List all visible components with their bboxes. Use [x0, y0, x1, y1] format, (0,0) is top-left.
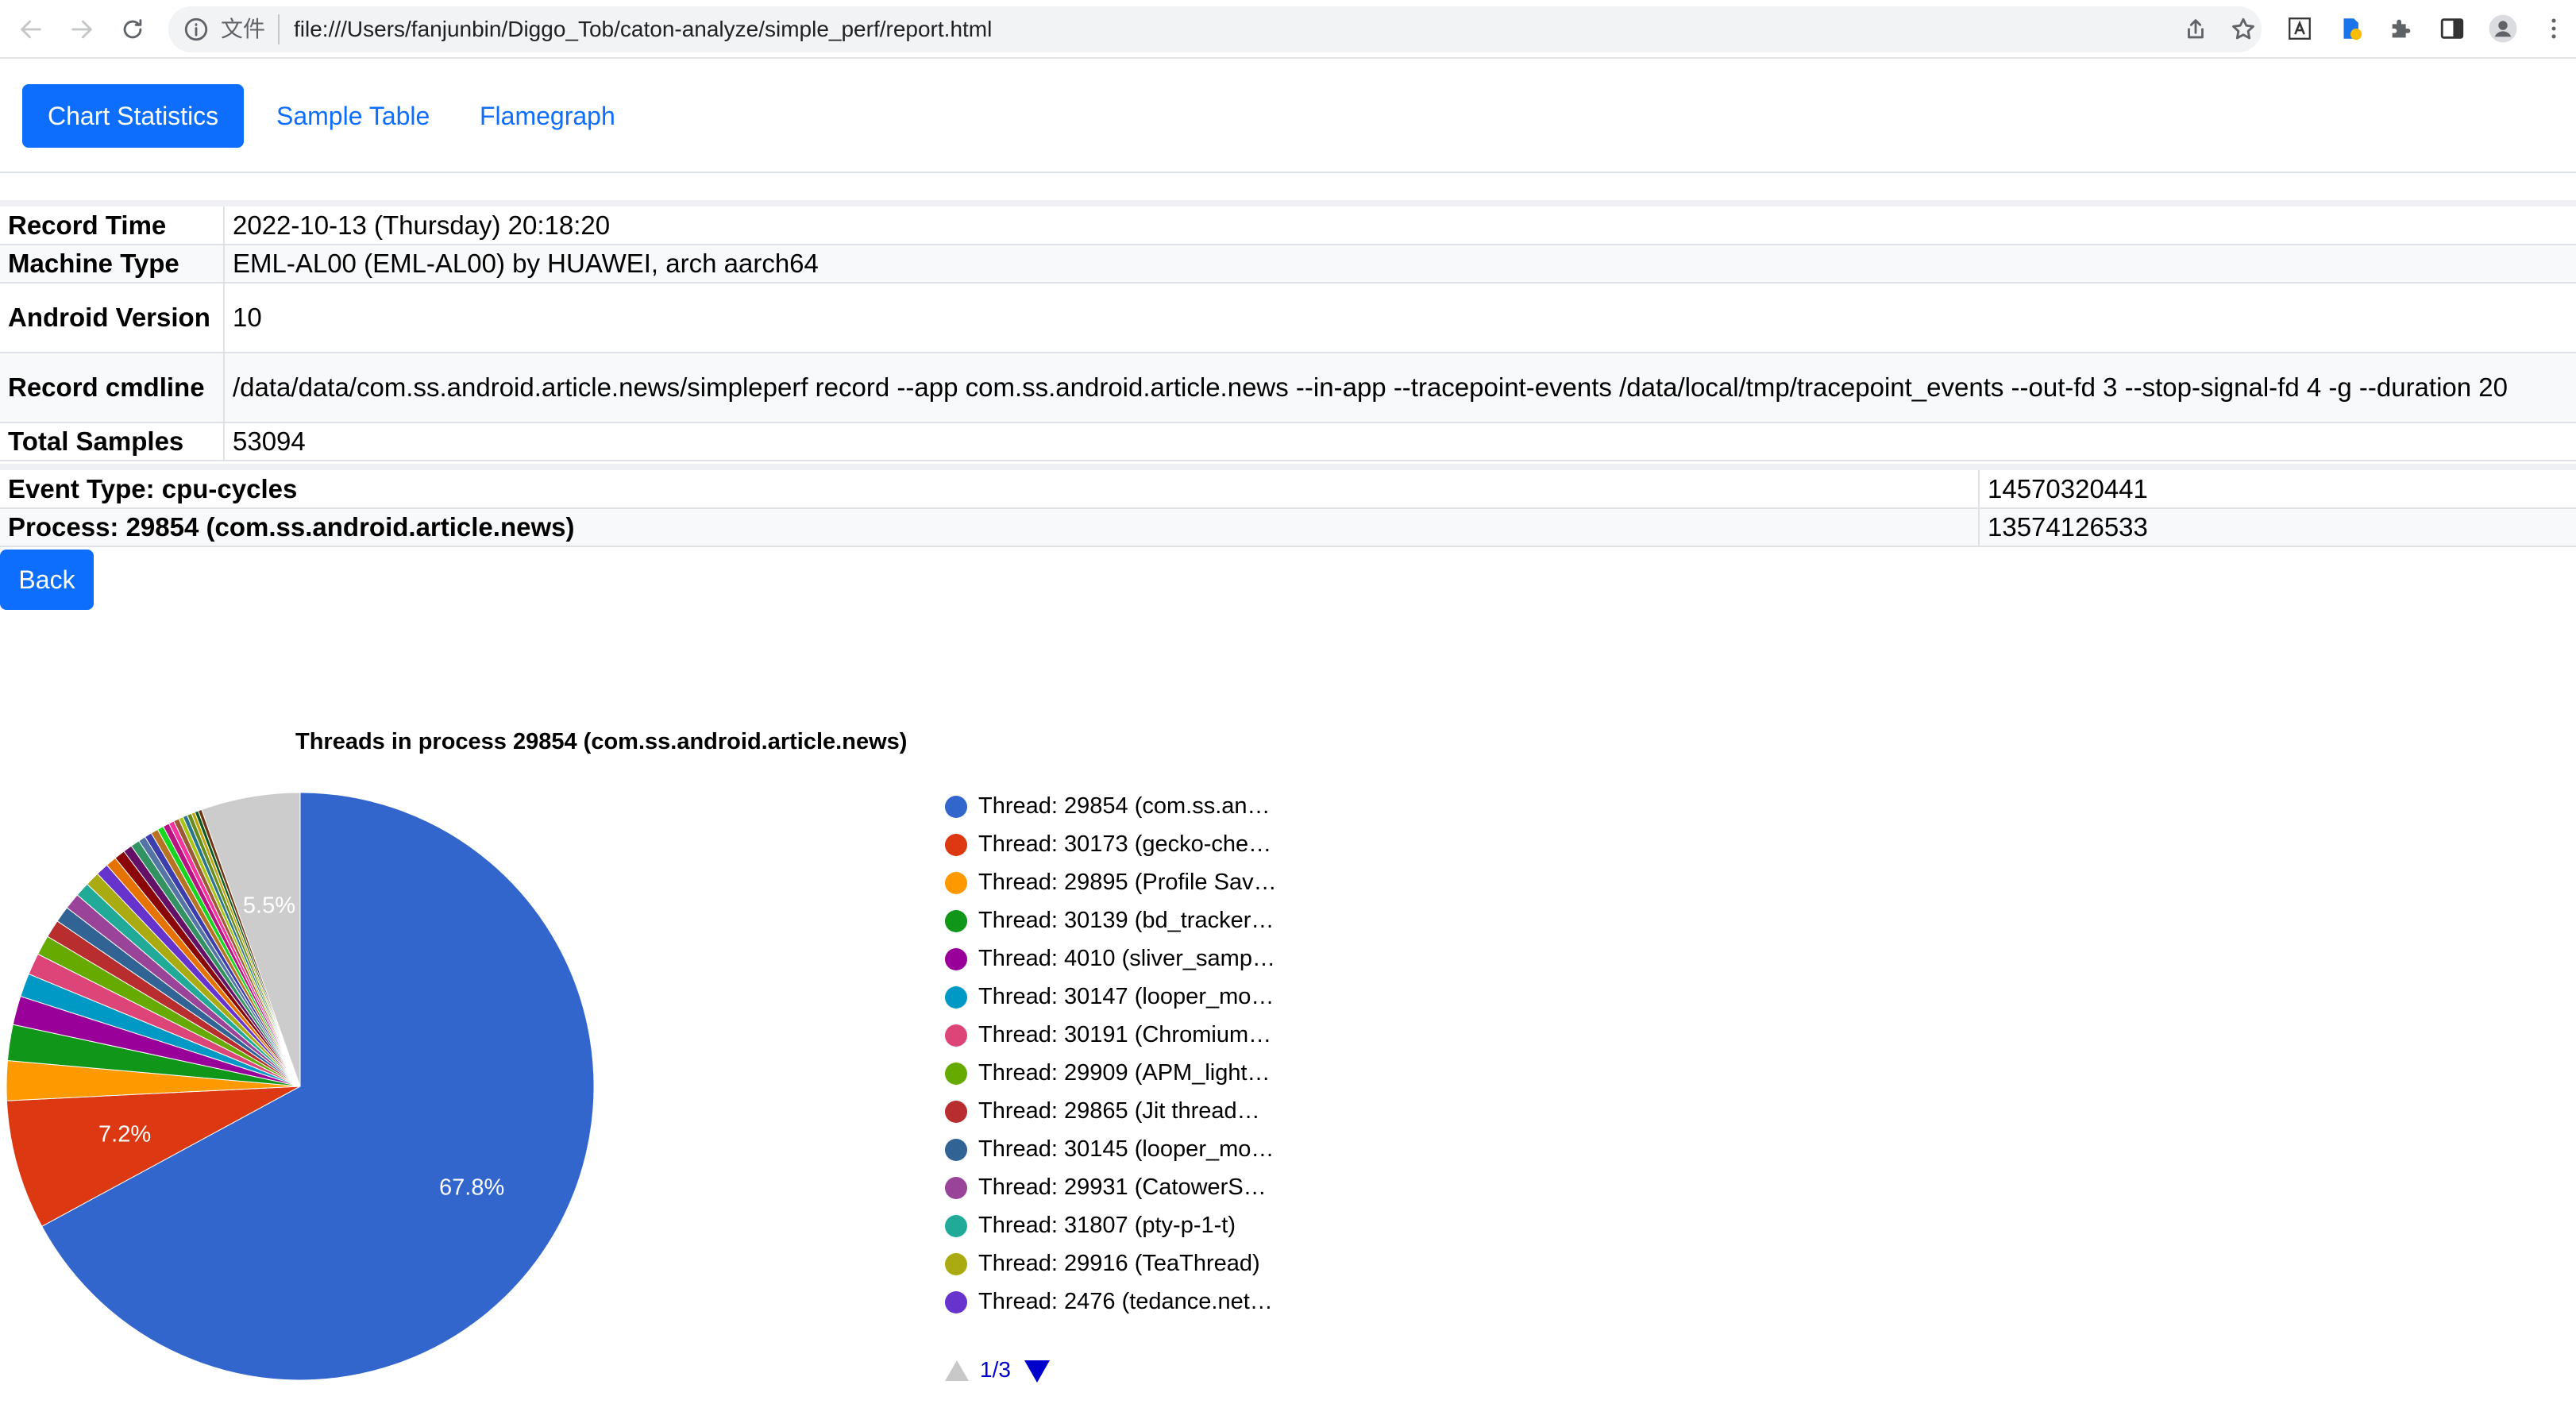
pager-prev-icon[interactable] [945, 1360, 969, 1381]
legend-label: Thread: 30147 (looper_mo… [978, 984, 1275, 1009]
machine-type-value: EML-AL00 (EML-AL00) by HUAWEI, arch aarc… [224, 245, 2576, 284]
url-text[interactable]: file:///Users/fanjunbin/Diggo_Tob/caton-… [294, 16, 992, 43]
address-bar[interactable]: 文件 file:///Users/fanjunbin/Diggo_Tob/cat… [168, 6, 2262, 52]
legend-swatch [945, 948, 967, 970]
event-type-value: 14570320441 [1979, 470, 2576, 509]
legend-label: Thread: 29931 (CatowerS… [978, 1174, 1267, 1200]
share-icon[interactable] [2182, 16, 2209, 43]
android-version-value: 10 [224, 283, 2576, 353]
back-button[interactable]: Back [0, 550, 94, 610]
legend-label: Thread: 29909 (APM_light… [978, 1060, 1271, 1086]
table-row: Event Type: cpu-cycles 14570320441 [0, 470, 2576, 509]
legend-label: Thread: 30191 (Chromium… [978, 1022, 1272, 1047]
legend-label: Thread: 30145 (looper_mo… [978, 1136, 1275, 1162]
legend-swatch [945, 986, 967, 1009]
table-row: Record cmdline /data/data/com.ss.android… [0, 353, 2576, 423]
legend-swatch [945, 1291, 967, 1313]
table-row: Machine Type EML-AL00 (EML-AL00) by HUAW… [0, 245, 2576, 284]
scheme-label: 文件 [221, 17, 266, 41]
legend-label: Thread: 29895 (Profile Sav… [978, 870, 1277, 895]
pager-text: 1/3 [980, 1357, 1011, 1382]
legend-label: Thread: 30173 (gecko-che… [978, 831, 1272, 857]
tab-chart-statistics[interactable]: Chart Statistics [22, 84, 245, 148]
info-icon[interactable] [183, 16, 210, 43]
pie-chart[interactable]: 67.8% 7.2% 5.5% [6, 791, 600, 1382]
legend-swatch [945, 1253, 967, 1275]
record-time-value: 2022-10-13 (Thursday) 20:18:20 [224, 206, 2576, 245]
tabs-divider [0, 172, 2576, 173]
legend-swatch [945, 1215, 967, 1237]
browser-toolbar: 文件 file:///Users/fanjunbin/Diggo_Tob/cat… [0, 0, 2576, 59]
legend-swatch [945, 1177, 967, 1199]
pager-next-icon[interactable] [1024, 1360, 1050, 1383]
table-row: Process: 29854 (com.ss.android.article.n… [0, 508, 2576, 547]
event-info-table: Event Type: cpu-cycles 14570320441 Proce… [0, 470, 2576, 547]
process-value: 13574126533 [1979, 508, 2576, 547]
side-panel-icon[interactable] [2436, 13, 2468, 44]
legend-label: Thread: 30139 (bd_tracker… [978, 908, 1275, 933]
legend-swatch [945, 796, 967, 818]
legend-label: Thread: 4010 (sliver_samp… [978, 946, 1275, 971]
android-version-label: Android Version [0, 283, 225, 353]
process-label: Process: 29854 (com.ss.android.article.n… [0, 508, 1980, 547]
slice-label: 67.8% [439, 1174, 504, 1200]
slice-label: 5.5% [243, 893, 295, 919]
legend-swatch [945, 1063, 967, 1085]
tab-flamegraph[interactable]: Flamegraph [454, 84, 641, 148]
legend-swatch [945, 1101, 967, 1123]
legend-swatch [945, 834, 967, 856]
chart-title: Threads in process 29854 (com.ss.android… [295, 729, 908, 754]
tab-sample-table[interactable]: Sample Table [251, 84, 455, 148]
legend-swatch [945, 1024, 967, 1047]
machine-type-label: Machine Type [0, 245, 225, 284]
browser-menu-icon[interactable] [2538, 13, 2570, 44]
legend-swatch [945, 910, 967, 932]
total-samples-label: Total Samples [0, 422, 225, 461]
record-cmdline-label: Record cmdline [0, 353, 225, 423]
table-top-border [0, 464, 2576, 470]
slice-label: 7.2% [98, 1121, 151, 1147]
forward-arrow-icon[interactable] [64, 11, 100, 48]
table-row: Total Samples 53094 [0, 422, 2576, 461]
legend-label: Thread: 2476 (tedance.net… [978, 1289, 1273, 1314]
table-top-border [0, 200, 2576, 206]
translate-extension-icon[interactable] [2284, 13, 2316, 44]
record-time-label: Record Time [0, 206, 225, 245]
event-type-label: Event Type: cpu-cycles [0, 470, 1980, 509]
table-row: Record Time 2022-10-13 (Thursday) 20:18:… [0, 206, 2576, 245]
reload-icon[interactable] [114, 11, 151, 48]
legend-swatch [945, 872, 967, 894]
total-samples-value: 53094 [224, 422, 2576, 461]
legend-swatch [945, 1139, 967, 1161]
record-info-table: Record Time 2022-10-13 (Thursday) 20:18:… [0, 206, 2576, 461]
profile-avatar-icon[interactable] [2487, 13, 2519, 44]
legend-label: Thread: 31807 (pty-p-1-t) [978, 1213, 1236, 1238]
extensions-puzzle-icon[interactable] [2385, 13, 2417, 44]
bookmark-star-icon[interactable] [2230, 16, 2257, 43]
legend-label: Thread: 29916 (TeaThread) [978, 1251, 1260, 1276]
legend-label: Thread: 29865 (Jit thread… [978, 1098, 1260, 1124]
document-extension-icon[interactable] [2335, 13, 2366, 44]
back-arrow-icon[interactable] [13, 11, 49, 48]
legend-label: Thread: 29854 (com.ss.an… [978, 793, 1271, 819]
record-cmdline-value: /data/data/com.ss.android.article.news/s… [224, 353, 2576, 423]
address-separator [278, 14, 280, 44]
table-row: Android Version 10 [0, 283, 2576, 353]
